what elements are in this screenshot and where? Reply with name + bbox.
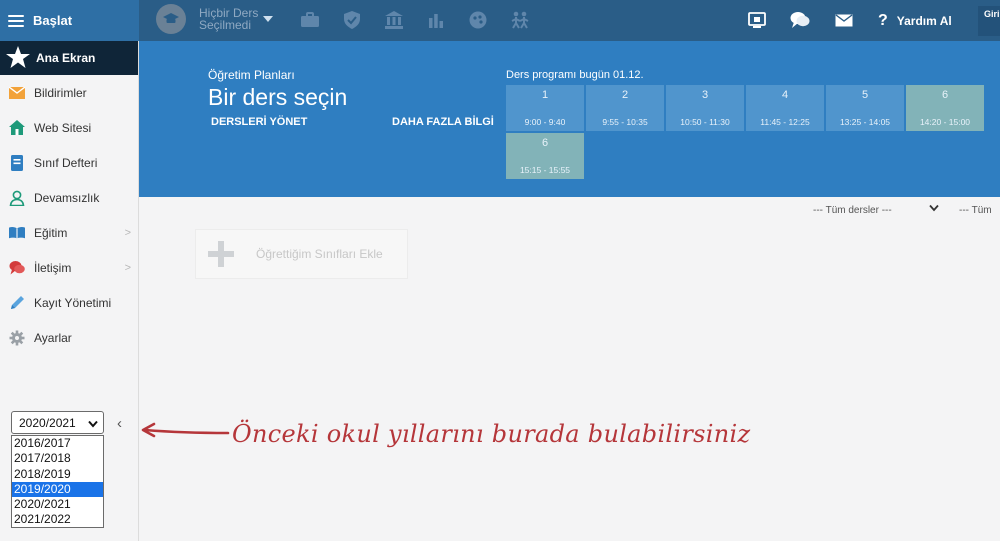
start-menu-button[interactable]: Başlat (0, 0, 139, 41)
period-number: 2 (621, 89, 629, 101)
sidebar-item-label: Devamsızlık (34, 190, 100, 205)
login-label: Giri Sor (984, 9, 1000, 19)
lesson-banner: Öğretim Planları Bir ders seçin DERSLERİ… (139, 41, 1000, 197)
chevron-down-icon (88, 417, 98, 431)
person-icon (9, 190, 25, 206)
period-number: 1 (541, 89, 549, 101)
lessons-filter[interactable]: --- Tüm dersler --- (813, 205, 892, 216)
students-icon[interactable] (510, 10, 530, 30)
help-icon: ? (878, 11, 888, 29)
chat-icon[interactable] (789, 10, 811, 30)
help-button[interactable]: ? Yardım Al (878, 0, 952, 41)
schedule-today-label: Ders programı bugün 01.12. (506, 69, 644, 81)
period-time: 13:25 - 14:05 (839, 117, 891, 127)
period-number: 6 (941, 89, 949, 101)
schedule-period-current[interactable]: 6 14:20 - 15:00 (906, 85, 984, 131)
period-time: 11:45 - 12:25 (760, 117, 810, 127)
hamburger-icon (8, 14, 24, 27)
period-number: 3 (701, 89, 709, 101)
schedule-period[interactable]: 5 13:25 - 14:05 (826, 85, 904, 131)
pencil-icon (9, 295, 25, 311)
school-year-option-highlighted[interactable]: 2019/2020 (12, 481, 103, 498)
period-time: 10:50 - 11:30 (680, 117, 730, 127)
course-selector-label: Hiçbir Ders Seçilmedi (199, 6, 259, 32)
chat-icon (9, 260, 25, 276)
school-year-select[interactable]: 2020/2021 (11, 411, 104, 434)
start-label: Başlat (33, 13, 73, 28)
schedule-period[interactable]: 1 9:00 - 9:40 (506, 85, 584, 131)
institution-icon[interactable] (384, 10, 404, 30)
period-number: 6 (541, 137, 549, 149)
palette-icon[interactable] (468, 10, 488, 30)
schedule-period-current[interactable]: 6 15:15 - 15:55 (506, 133, 584, 179)
collapse-sidebar-button[interactable]: ‹ (117, 415, 122, 432)
annotation-text: Önceki okul yıllarını burada bulabilirsi… (232, 420, 751, 448)
briefcase-icon[interactable] (300, 10, 320, 30)
school-year-option[interactable]: 2017/2018 (12, 451, 103, 466)
plus-icon (208, 241, 234, 267)
mail-icon[interactable] (833, 10, 855, 30)
annotation-arrow (141, 422, 230, 438)
shield-icon[interactable] (342, 10, 362, 30)
add-classes-label: Öğrettiğim Sınıfları Ekle (256, 247, 383, 261)
chevron-down-icon (263, 16, 273, 22)
schedule-period[interactable]: 4 11:45 - 12:25 (746, 85, 824, 131)
top-bar: Başlat Hiçbir Ders Seçilmedi ? Yardım Al… (0, 0, 1000, 41)
main-content: --- Tüm dersler --- --- Tüm Öğrettiğim S… (139, 197, 1000, 541)
sidebar-item-education[interactable]: Eğitim > (0, 215, 139, 250)
gear-icon (9, 330, 25, 346)
chevron-left-icon: ‹ (117, 415, 122, 432)
school-year-value: 2020/2021 (19, 415, 76, 430)
graduation-cap-icon (156, 4, 186, 34)
sidebar-item-label: Ana Ekran (36, 51, 96, 65)
sidebar-item-settings[interactable]: Ayarlar (0, 320, 139, 355)
cast-icon[interactable] (746, 10, 768, 30)
period-time: 9:00 - 9:40 (524, 117, 566, 127)
login-button[interactable]: Giri Sor (978, 6, 1000, 36)
school-year-option[interactable]: 2021/2022 (12, 512, 103, 527)
chevron-right-icon: > (124, 227, 131, 239)
mail-icon (9, 85, 25, 101)
sidebar-item-label: Sınıf Defteri (34, 155, 98, 170)
chart-icon[interactable] (426, 10, 446, 30)
second-filter[interactable]: --- Tüm (959, 205, 992, 216)
add-classes-button[interactable]: Öğrettiğim Sınıfları Ekle (195, 229, 408, 279)
help-label: Yardım Al (896, 13, 952, 28)
teaching-plans-label: Öğretim Planları (208, 68, 295, 82)
sidebar-item-website[interactable]: Web Sitesi (0, 110, 139, 145)
schedule-period[interactable]: 2 9:55 - 10:35 (586, 85, 664, 131)
sidebar-item-label: Eğitim (34, 225, 68, 240)
period-number: 4 (781, 89, 789, 101)
more-info-link[interactable]: DAHA FAZLA BİLGİ (392, 116, 494, 128)
sidebar-item-label: Bildirimler (34, 85, 87, 100)
chevron-down-icon[interactable] (929, 203, 939, 215)
schedule-period[interactable]: 3 10:50 - 11:30 (666, 85, 744, 131)
school-year-option[interactable]: 2016/2017 (12, 436, 103, 451)
book-icon (9, 225, 25, 241)
notebook-icon (9, 154, 25, 171)
sidebar-item-attendance[interactable]: Devamsızlık (0, 180, 139, 215)
school-year-option[interactable]: 2020/2021 (12, 497, 103, 512)
period-number: 5 (861, 89, 869, 101)
sidebar-item-notifications[interactable]: Bildirimler (0, 75, 139, 110)
period-time: 9:55 - 10:35 (602, 117, 648, 127)
school-year-options: 2016/2017 2017/2018 2018/2019 2019/2020 … (11, 435, 104, 528)
sidebar-item-label: Kayıt Yönetimi (34, 295, 112, 310)
course-selector[interactable]: Hiçbir Ders Seçilmedi (156, 4, 273, 34)
chevron-right-icon: > (124, 262, 131, 274)
sidebar-item-communication[interactable]: İletişim > (0, 250, 139, 285)
period-time: 14:20 - 15:00 (919, 117, 971, 127)
manage-lessons-link[interactable]: DERSLERİ YÖNET (211, 116, 307, 128)
sidebar-item-label: Ayarlar (34, 330, 72, 345)
period-time: 15:15 - 15:55 (519, 165, 571, 175)
sidebar-item-label: İletişim (34, 260, 72, 275)
sidebar-item-registration[interactable]: Kayıt Yönetimi (0, 285, 139, 320)
sidebar-item-home[interactable]: Ana Ekran (0, 41, 139, 75)
school-year-option[interactable]: 2018/2019 (12, 467, 103, 482)
home-icon (9, 120, 25, 136)
sidebar-item-label: Web Sitesi (34, 120, 92, 135)
page-title: Bir ders seçin (208, 84, 348, 110)
sidebar-item-classbook[interactable]: Sınıf Defteri (0, 145, 139, 180)
star-icon (6, 45, 30, 71)
